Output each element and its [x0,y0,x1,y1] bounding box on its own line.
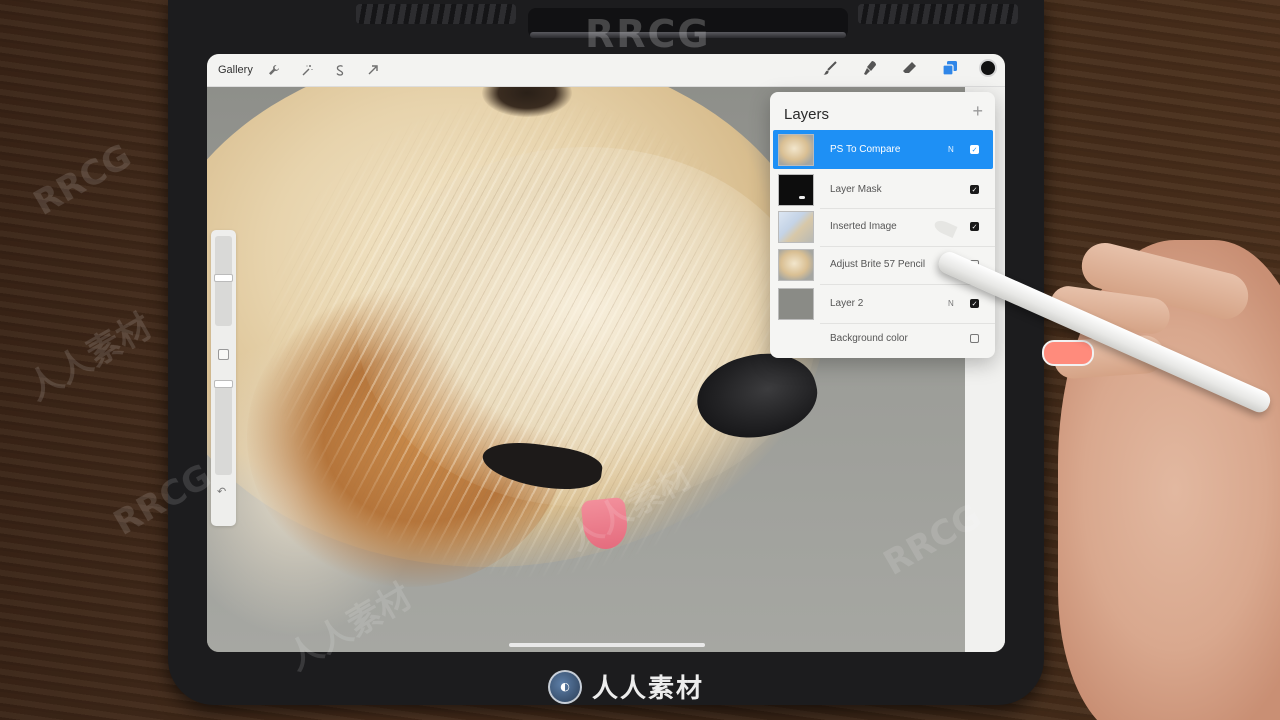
brush-size-thumb[interactable] [214,274,233,282]
transform-icon[interactable] [362,60,384,80]
layer-thumbnail [778,248,814,281]
opacity-thumb[interactable] [214,380,233,388]
layer-row[interactable]: Layer 2 N ✓ [773,284,993,323]
layer-visibility-checkbox[interactable]: ✓ [970,299,979,308]
background-layer-row[interactable]: Background color [773,319,993,358]
layers-icon[interactable] [939,58,961,78]
add-layer-icon[interactable]: + [972,101,983,122]
color-picker-button[interactable] [979,59,997,77]
watermark-diagonal: 人人素材 [20,306,159,409]
smudge-icon[interactable] [859,58,881,78]
layer-thumbnail [778,287,814,320]
dog-hair-texture [267,97,787,577]
left-sidebar: ↶ [211,230,236,526]
case-vent-right [858,4,1018,24]
case-vent-left [356,4,516,24]
blend-mode-button[interactable]: N [948,299,970,308]
user-fingernail [1042,340,1094,366]
layer-row[interactable]: Inserted Image ✓ [773,207,993,246]
gallery-button[interactable]: Gallery [218,64,253,76]
undo-icon[interactable]: ↶ [217,485,226,498]
actions-group [263,60,384,80]
layer-name: PS To Compare [830,144,901,155]
layers-panel: Layers + PS To Compare N ✓ Layer Mask ✓ … [770,92,995,358]
layer-thumbnail [778,173,814,206]
layer-row[interactable]: PS To Compare N ✓ [773,130,993,169]
layer-visibility-checkbox[interactable]: ✓ [970,145,979,154]
layer-visibility-checkbox[interactable]: ✓ [970,222,979,231]
pencil-holder [530,32,846,38]
magic-wand-icon[interactable] [296,60,318,80]
brush-icon[interactable] [819,58,841,78]
layer-thumbnail [778,133,814,166]
layer-visibility-checkbox[interactable]: ✓ [970,185,979,194]
layer-name: Inserted Image [830,221,897,232]
opacity-slider[interactable] [214,380,233,475]
top-toolbar: Gallery [207,54,1005,87]
eraser-icon[interactable] [899,58,921,78]
layer-name: Background color [830,333,908,344]
selection-icon[interactable] [329,60,351,80]
brush-size-slider[interactable] [214,236,233,326]
layer-name: Layer Mask [830,184,882,195]
home-indicator[interactable] [509,643,705,647]
layers-panel-title: Layers [784,106,830,123]
layer-row[interactable]: Layer Mask ✓ [773,170,993,209]
layer-name: Adjust Brite 57 Pencil [830,259,926,270]
watermark-diagonal: RRCG [27,136,139,224]
layer-thumbnail [778,210,814,243]
layer-visibility-checkbox[interactable] [970,334,979,343]
tools-group [819,58,997,78]
blend-mode-button[interactable]: N [948,145,970,154]
modify-button[interactable] [218,349,229,360]
procreate-screen: Gallery ↶ Layers + PS To Compare N ✓ Lay… [207,54,1005,652]
wrench-icon[interactable] [263,60,285,80]
layer-name: Layer 2 [830,298,864,309]
